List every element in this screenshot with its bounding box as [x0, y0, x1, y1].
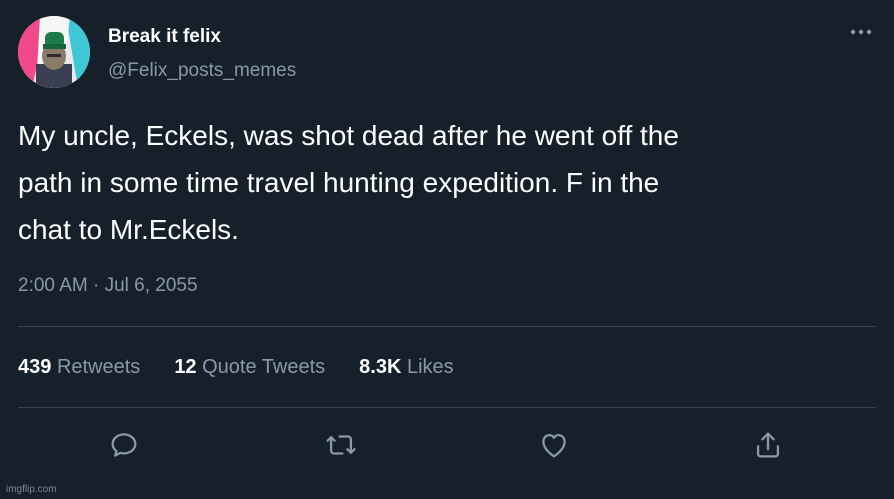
- like-icon: [542, 433, 566, 458]
- divider: [18, 407, 876, 408]
- retweets-stat[interactable]: 439 Retweets: [18, 356, 140, 379]
- quote-tweets-stat[interactable]: 12 Quote Tweets: [174, 356, 325, 379]
- more-options-icon[interactable]: [848, 22, 874, 42]
- retweets-label: Retweets: [56, 356, 141, 378]
- tweet-text-line: chat to Mr.Eckels.: [18, 214, 239, 245]
- likes-count: 8.3K: [359, 356, 402, 378]
- retweet-icon: [326, 435, 356, 455]
- share-button[interactable]: [751, 428, 785, 462]
- likes-stat[interactable]: 8.3K Likes: [359, 356, 454, 379]
- tweet-text-line: path in some time travel hunting expedit…: [18, 167, 660, 198]
- quote-tweets-label: Quote Tweets: [202, 356, 326, 378]
- reply-icon: [111, 433, 137, 457]
- watermark: imgflip.com: [6, 484, 57, 495]
- reply-button[interactable]: [107, 428, 141, 462]
- quote-tweets-count: 12: [174, 356, 197, 378]
- user-handle[interactable]: @Felix_posts_memes: [108, 60, 296, 82]
- tweet-timestamp[interactable]: 2:00 AM · Jul 6, 2055: [18, 275, 198, 297]
- likes-label: Likes: [406, 356, 454, 378]
- share-icon: [756, 432, 780, 458]
- avatar[interactable]: [18, 16, 90, 88]
- engagement-stats: 439 Retweets 12 Quote Tweets 8.3K Likes: [18, 356, 454, 379]
- tweet-text-line: My uncle, Eckels, was shot dead after he…: [18, 120, 679, 151]
- retweet-button[interactable]: [324, 428, 358, 462]
- tweet-text: My uncle, Eckels, was shot dead after he…: [18, 112, 868, 253]
- like-button[interactable]: [537, 428, 571, 462]
- tweet-card: Break it felix @Felix_posts_memes My unc…: [0, 0, 894, 499]
- retweets-count: 439: [18, 356, 52, 378]
- divider: [18, 326, 876, 327]
- display-name[interactable]: Break it felix: [108, 26, 221, 48]
